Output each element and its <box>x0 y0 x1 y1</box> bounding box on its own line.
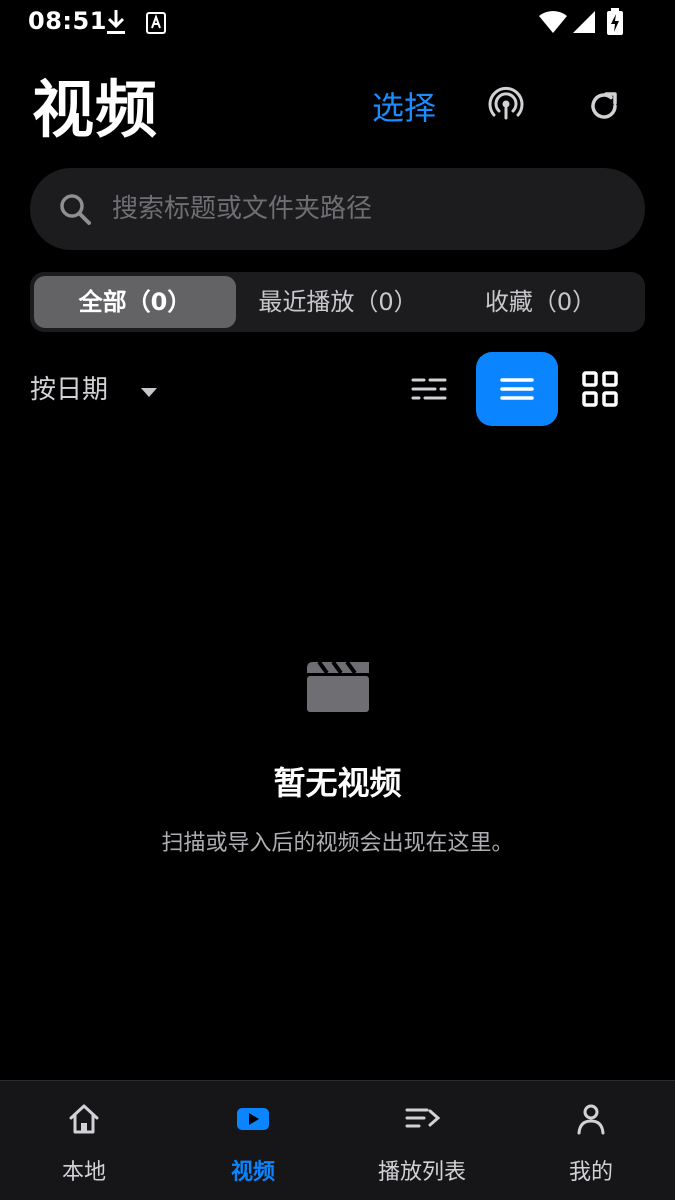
nav-item-video[interactable]: 视频 <box>169 1081 337 1200</box>
caret-down-icon <box>140 384 158 403</box>
search-bar[interactable] <box>30 168 645 250</box>
tab-recent[interactable]: 最近播放（0） <box>236 276 440 328</box>
clapperboard-icon <box>305 660 371 718</box>
playlist-icon <box>404 1101 441 1141</box>
nav-item-playlist[interactable]: 播放列表 <box>338 1081 506 1200</box>
select-button[interactable]: 选择 <box>372 88 436 128</box>
status-bar: 08:51 <box>0 0 675 46</box>
refresh-icon[interactable] <box>582 84 626 128</box>
list-view-icon[interactable] <box>476 352 558 426</box>
sort-label: 按日期 <box>30 375 109 405</box>
battery-charging-icon <box>606 8 624 40</box>
signal-icon <box>572 10 596 38</box>
search-input[interactable] <box>112 168 612 250</box>
tab-all[interactable]: 全部（0） <box>34 276 236 328</box>
home-icon <box>66 1101 102 1141</box>
screen: 08:51 视频 选择 搜索标题或文件夹路径 全部（0） 最近播放（0） 收藏（… <box>0 0 675 1200</box>
bottom-nav: 本地 视频 播放列表 我的 <box>0 1080 675 1200</box>
status-time: 08:51 <box>28 7 107 35</box>
page-title: 视频 <box>32 73 159 146</box>
sort-dropdown[interactable]: 按日期 <box>30 368 157 412</box>
broadcast-icon[interactable] <box>484 84 528 128</box>
play-icon <box>235 1101 271 1141</box>
nav-label-local: 本地 <box>61 1160 106 1185</box>
user-icon <box>573 1101 609 1141</box>
nav-label-video: 视频 <box>230 1160 275 1185</box>
wifi-icon <box>538 10 568 38</box>
nav-label-me: 我的 <box>568 1160 613 1185</box>
nav-item-local[interactable]: 本地 <box>0 1081 168 1200</box>
nav-label-playlist: 播放列表 <box>377 1160 466 1185</box>
grid-view-icon[interactable] <box>559 352 641 426</box>
a-badge-icon <box>146 12 166 38</box>
filter-sliders-icon[interactable] <box>388 352 470 426</box>
tab-bar: 全部（0） 最近播放（0） 收藏（0） <box>30 272 645 332</box>
nav-item-me[interactable]: 我的 <box>507 1081 675 1200</box>
empty-state-title: 暂无视频 <box>273 764 402 802</box>
search-icon <box>58 192 92 230</box>
download-icon <box>104 8 128 40</box>
tab-favorites[interactable]: 收藏（0） <box>440 276 641 328</box>
empty-state-description: 扫描或导入后的视频会出现在这里。 <box>161 831 514 856</box>
